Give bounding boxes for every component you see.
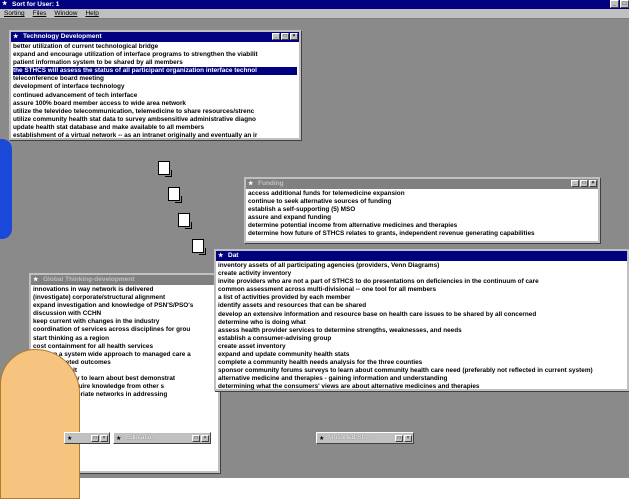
data-window[interactable]: ★ Dat inventory assets of all participat… (214, 249, 629, 391)
list-item[interactable]: cost containment for all health services (33, 343, 216, 351)
window-icon: ★ (319, 436, 325, 442)
minimized-window-label: Unsorted St... (329, 434, 369, 441)
menu-window[interactable]: Window (54, 9, 77, 18)
menu-sorting[interactable]: Sorting (4, 9, 25, 18)
list-item[interactable]: better utilization of current technologi… (13, 43, 297, 51)
list-item[interactable]: assure 100% board member access to wide … (13, 100, 297, 108)
list-item[interactable]: identify assets and resources that can b… (218, 302, 625, 310)
list-item[interactable]: determining what the consumers' views ar… (218, 383, 625, 391)
window-title-bar[interactable]: ★ Funding _ □ × (246, 179, 598, 189)
list-item[interactable]: expand and update community health stats (218, 351, 625, 359)
app-title-bar: ★ Sort for User: 1 _ □ (0, 0, 629, 9)
list-item[interactable]: development of interface technology (13, 83, 297, 91)
list-item[interactable]: (investigate) corporate/structural align… (33, 294, 216, 302)
item-list: better utilization of current technologi… (11, 42, 299, 141)
close-icon[interactable]: × (201, 434, 209, 442)
funding-window[interactable]: ★ Funding _ □ × access additional funds … (244, 177, 600, 243)
window-title-bar[interactable]: ★ Technology Development _ □ × (11, 32, 299, 42)
minimized-window[interactable]: ★ Unsorted St... □ × (316, 432, 414, 444)
decorative-bar (0, 139, 12, 239)
list-item[interactable]: utilize the televideo telecommunication,… (13, 108, 297, 116)
list-item[interactable]: assess health provider services to deter… (218, 327, 625, 335)
maximize-icon[interactable]: □ (281, 33, 289, 40)
restore-icon[interactable]: □ (192, 434, 200, 442)
window-title-bar[interactable]: ★ Global Thinking-development (31, 275, 218, 285)
close-icon[interactable]: × (589, 180, 597, 187)
list-item[interactable]: determine how future of STHCS relates to… (248, 230, 596, 238)
list-item[interactable]: teleconference board meeting (13, 75, 297, 83)
app-window-controls: _ □ (609, 0, 629, 8)
app-icon: ★ (2, 1, 8, 7)
list-item[interactable]: coordination of services across discipli… (33, 326, 216, 334)
window-icon: ★ (116, 436, 122, 442)
list-item[interactable]: establish a consumer-advising group (218, 335, 625, 343)
list-item[interactable]: determine potential income from alternat… (248, 222, 596, 230)
minimized-window-label: Education (126, 434, 155, 441)
menu-files[interactable]: Files (33, 9, 47, 18)
document-icon[interactable] (168, 187, 182, 203)
list-item[interactable]: a list of activities provided by each me… (218, 294, 625, 302)
minimize-icon[interactable]: _ (571, 180, 579, 187)
list-item[interactable]: invite providers who are not a part of S… (218, 278, 625, 286)
restore-icon[interactable]: □ (91, 434, 99, 442)
document-icon[interactable] (158, 161, 172, 177)
minimize-icon[interactable]: _ (610, 0, 619, 8)
list-item[interactable]: alternative medicine and therapies - gai… (218, 375, 625, 383)
mdi-workspace: ★ Technology Development _ □ × better ut… (0, 19, 629, 499)
item-list: inventory assets of all participating ag… (216, 261, 627, 393)
minimized-window[interactable]: ★ Education □ × (113, 432, 211, 444)
menu-bar: Sorting Files Window Help (0, 9, 629, 19)
list-item[interactable]: expand investigation and knowledge of PS… (33, 302, 216, 310)
list-item[interactable]: create asset inventory (218, 343, 625, 351)
list-item[interactable]: keep current with changes in the industr… (33, 318, 216, 326)
list-item[interactable]: continued advancement of tech interface (13, 92, 297, 100)
list-item-selected[interactable]: the STHCS will assess the status of all … (13, 67, 297, 76)
list-item[interactable]: continue to seek alternative sources of … (248, 198, 596, 206)
list-item[interactable]: develop an extensive information and res… (218, 311, 625, 319)
close-icon[interactable]: × (404, 434, 412, 442)
window-title: Dat (228, 252, 239, 259)
list-item[interactable]: establishment of a virtual network -- as… (13, 132, 297, 140)
item-list: access additional funds for telemedicine… (246, 189, 598, 240)
window-icon: ★ (218, 253, 224, 259)
list-item[interactable]: create activity inventory (218, 270, 625, 278)
window-title-bar[interactable]: ★ Dat (216, 251, 627, 261)
window-icon: ★ (13, 34, 19, 40)
window-icon: ★ (248, 181, 254, 187)
list-item[interactable]: sponsor community forums surveys to lear… (218, 367, 625, 375)
list-item[interactable]: update health stat database and make ava… (13, 124, 297, 132)
list-item[interactable]: expand and encourage utilization of inte… (13, 51, 297, 59)
list-item[interactable]: common assessment across multi-divisiona… (218, 286, 625, 294)
close-icon[interactable]: × (290, 33, 298, 40)
list-item[interactable]: access additional funds for telemedicine… (248, 190, 596, 198)
restore-icon[interactable]: □ (395, 434, 403, 442)
document-icon[interactable] (192, 239, 206, 255)
list-item[interactable]: utilize community health stat data to su… (13, 116, 297, 124)
app-title: Sort for User: 1 (12, 1, 60, 8)
menu-help[interactable]: Help (85, 9, 98, 18)
list-item[interactable]: discussion with CCHN (33, 310, 216, 318)
close-icon[interactable]: × (100, 434, 108, 442)
list-item[interactable]: inventory assets of all participating ag… (218, 262, 625, 270)
list-item[interactable]: patient information system to be shared … (13, 59, 297, 67)
window-title: Global Thinking-development (43, 276, 135, 283)
document-icon[interactable] (178, 213, 192, 229)
list-item[interactable]: innovations in way network is delivered (33, 286, 216, 294)
minimized-window[interactable]: ★ □ × (64, 432, 110, 444)
window-title: Funding (258, 180, 284, 187)
hand-graphic (0, 349, 80, 499)
list-item[interactable]: start thinking as a region (33, 335, 216, 343)
window-icon: ★ (33, 277, 39, 283)
minimize-icon[interactable]: _ (272, 33, 280, 40)
window-icon: ★ (67, 436, 73, 442)
window-title: Technology Development (23, 33, 102, 40)
list-item[interactable]: complete a community health needs analys… (218, 359, 625, 367)
list-item[interactable]: establish a self-supporting (5) MSO (248, 206, 596, 214)
maximize-icon[interactable]: □ (580, 180, 588, 187)
technology-development-window[interactable]: ★ Technology Development _ □ × better ut… (9, 30, 301, 140)
list-item[interactable]: assure and expand funding (248, 214, 596, 222)
maximize-icon[interactable]: □ (620, 0, 629, 8)
list-item[interactable]: determine who is doing what (218, 319, 625, 327)
